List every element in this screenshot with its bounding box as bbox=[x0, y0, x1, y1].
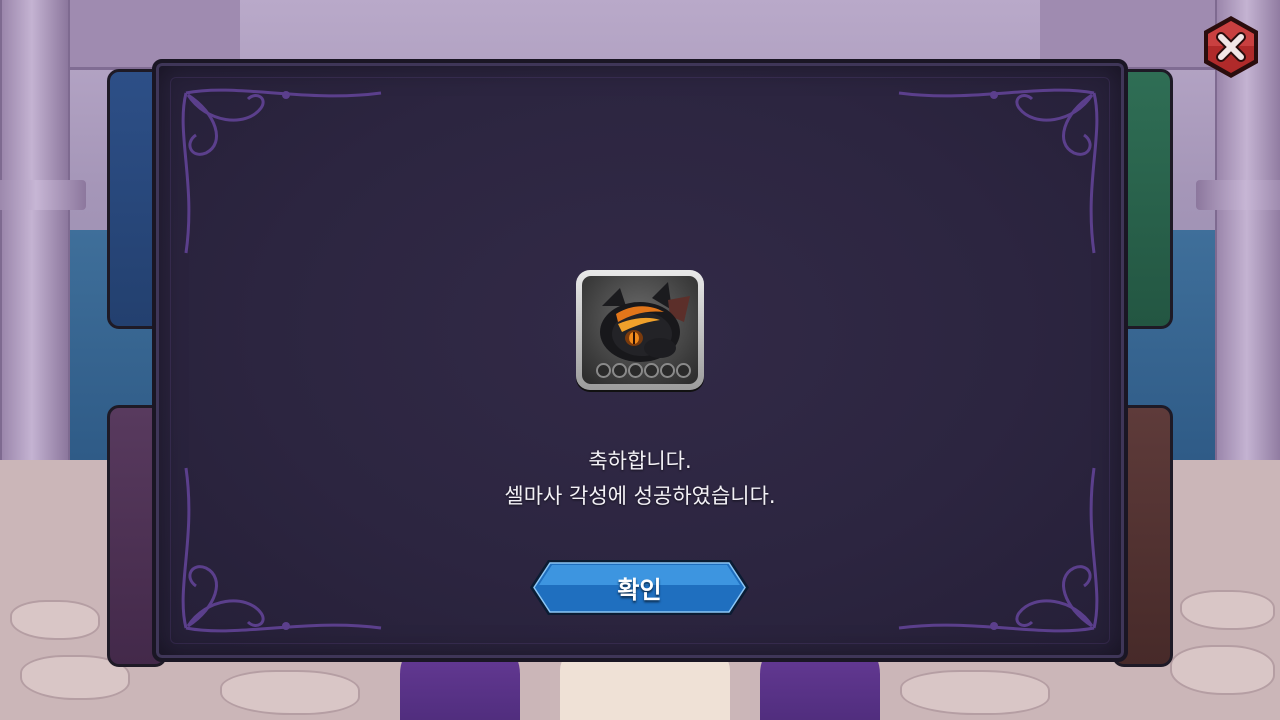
ornament-top-left bbox=[166, 73, 396, 263]
pillar-cap-left bbox=[0, 180, 86, 210]
floor-stone bbox=[1180, 590, 1275, 630]
floor-stone bbox=[900, 670, 1050, 715]
star-slot bbox=[612, 363, 627, 378]
dragon-portrait-icon bbox=[582, 276, 698, 384]
reward-monster-card bbox=[576, 270, 704, 390]
message-line-congrats: 축하합니다. bbox=[588, 449, 692, 473]
floor-stone bbox=[1170, 645, 1275, 695]
star-slot bbox=[644, 363, 659, 378]
star-rating bbox=[596, 363, 691, 378]
floor-stone bbox=[10, 600, 100, 640]
pillar-cap-right bbox=[1196, 180, 1280, 210]
floor-stone bbox=[220, 670, 360, 715]
star-slot bbox=[628, 363, 643, 378]
confirm-button[interactable]: 확인 bbox=[528, 558, 751, 617]
ornament-top-right bbox=[884, 73, 1114, 263]
star-slot bbox=[660, 363, 675, 378]
star-slot bbox=[676, 363, 691, 378]
close-button[interactable] bbox=[1198, 14, 1264, 80]
close-icon bbox=[1204, 16, 1258, 78]
star-slot bbox=[596, 363, 611, 378]
message-line-success: 셀마사 각성에 성공하였습니다. bbox=[504, 484, 776, 508]
confirm-button-label: 확인 bbox=[617, 576, 662, 604]
result-message: 축하합니다. 셀마사 각성에 성공하였습니다. bbox=[352, 444, 928, 514]
